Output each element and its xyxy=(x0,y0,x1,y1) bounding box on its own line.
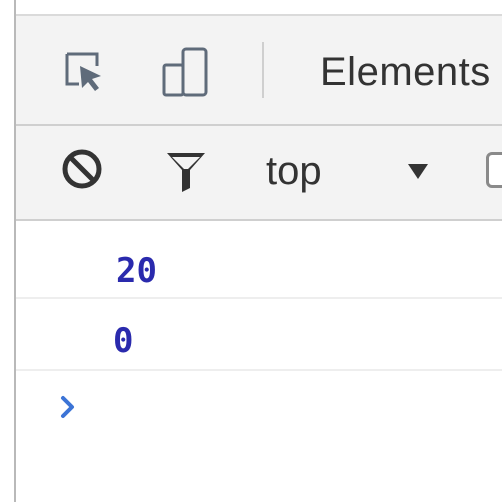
devtools-window: Elements top 20 0 xyxy=(0,0,502,502)
console-message: 20 xyxy=(16,221,502,299)
main-toolbar: Elements xyxy=(16,16,502,126)
console-value: 0 xyxy=(113,321,134,361)
prompt-chevron-icon[interactable] xyxy=(60,395,76,419)
context-selector[interactable]: top xyxy=(266,147,322,195)
inspect-element-icon[interactable] xyxy=(63,50,105,92)
preserve-log-checkbox[interactable] xyxy=(486,152,502,188)
toolbar-divider xyxy=(262,42,264,98)
console-value: 20 xyxy=(116,251,157,291)
device-toolbar-icon[interactable] xyxy=(161,46,209,98)
console-output: 20 0 xyxy=(16,221,502,502)
top-strip xyxy=(16,0,502,16)
filter-icon[interactable] xyxy=(163,148,209,194)
tab-elements[interactable]: Elements xyxy=(320,48,491,96)
console-toolbar: top xyxy=(16,126,502,221)
clear-console-icon[interactable] xyxy=(59,146,105,192)
dropdown-arrow-icon[interactable] xyxy=(406,159,430,183)
console-message: 0 xyxy=(16,299,502,371)
